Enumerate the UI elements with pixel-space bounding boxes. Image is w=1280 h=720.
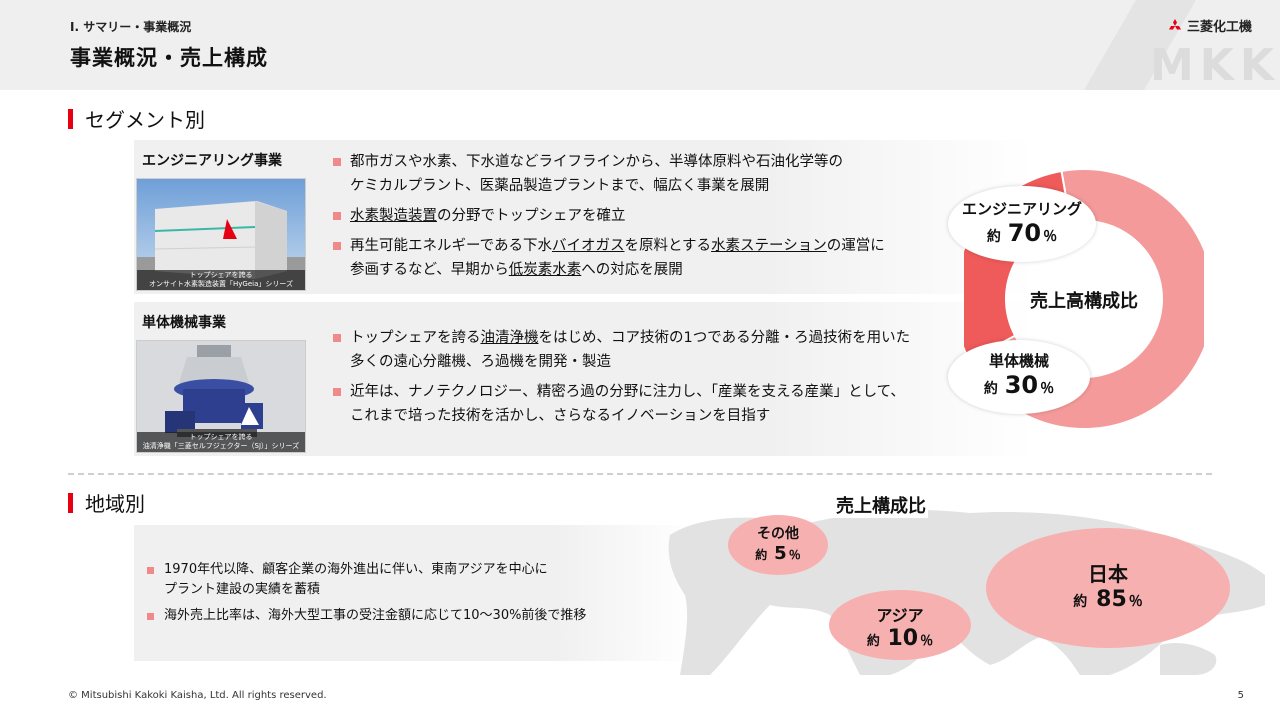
region-bullets: 1970年代以降、顧客企業の海外進出に伴い、東南アジアを中心に プラント建設の実績… [144, 560, 644, 632]
machinery-label: 単体機械事業 [142, 315, 226, 331]
region-heading: 地域別 [68, 488, 145, 517]
region-name: アジア [876, 606, 924, 625]
region-name: その他 [757, 526, 799, 542]
caption-line-2: 油清浄機「三菱セルフジェクター（SJ）」シリーズ [142, 442, 300, 450]
bubble-name: エンジニアリング [961, 200, 1082, 218]
list-item: 海外売上比率は、海外大型工事の受注金額に応じて10～30%前後で推移 [144, 606, 644, 626]
hygeia-caption: トップシェアを誇る オンサイト水素製造装置「HyGeia」シリーズ [137, 270, 305, 290]
machinery-share-bubble: 単体機械 約 30 ％ [948, 340, 1090, 414]
sj-photo: トップシェアを誇る 油清浄機「三菱セルフジェクター（SJ）」シリーズ [136, 340, 306, 453]
engineering-label: エンジニアリング事業 [142, 153, 282, 169]
company-logo: 三菱化工機 [1167, 16, 1252, 35]
list-item: 水素製造装置の分野でトップシェアを確立 [330, 204, 940, 228]
machinery-value: 30 [1004, 371, 1039, 399]
engineering-value: 70 [1007, 219, 1042, 247]
segment-heading-text: セグメント別 [85, 108, 205, 132]
page-title: 事業概況・売上構成 [70, 46, 268, 70]
mkk-watermark: MKK [1150, 40, 1280, 90]
other-value: 5 [774, 543, 787, 564]
hygeia-photo: トップシェアを誇る オンサイト水素製造装置「HyGeia」シリーズ [136, 178, 306, 291]
three-diamonds-icon [1168, 18, 1181, 29]
engineering-bullets: 都市ガスや水素、下水道などライフラインから、半導体原料や石油化学等の ケミカルプラ… [330, 150, 940, 288]
asia-share-bubble: アジア 約 10 ％ [829, 590, 971, 660]
list-item: 再生可能エネルギーである下水バイオガスを原料とする水素ステーションの運営に 参画す… [330, 234, 940, 282]
list-item: 近年は、ナノテクノロジー、精密ろ過の分野に注力し、「産業を支える産業」として、こ… [330, 380, 950, 428]
asia-value: 10 [887, 626, 919, 651]
bubble-percent: 約 70 ％ [986, 219, 1058, 247]
other-share-bubble: その他 約 5 ％ [728, 515, 828, 575]
bubble-percent: 約 30 ％ [983, 371, 1055, 399]
section-label: Ⅰ. サマリー・事業概況 [70, 20, 192, 34]
section-divider [68, 473, 1212, 475]
region-chart-title: 売上構成比 [834, 492, 928, 518]
segment-heading: セグメント別 [68, 104, 205, 133]
caption-line-1: トップシェアを誇る [189, 271, 253, 279]
bubble-name: 単体機械 [988, 352, 1049, 370]
page-number: 5 [1237, 690, 1244, 701]
engineering-share-bubble: エンジニアリング 約 70 ％ [948, 186, 1096, 262]
slide-header: MKK Ⅰ. サマリー・事業概況 事業概況・売上構成 三菱化工機 [0, 0, 1280, 90]
sj-caption: トップシェアを誇る 油清浄機「三菱セルフジェクター（SJ）」シリーズ [137, 432, 305, 452]
heading-bar [68, 108, 73, 129]
logo-text: 三菱化工機 [1186, 20, 1252, 35]
donut-center-label: 売上高構成比 [1030, 291, 1138, 312]
region-name: 日本 [1088, 562, 1128, 586]
list-item: トップシェアを誇る油清浄機をはじめ、コア技術の1つである分離・ろ過技術を用いた多… [330, 326, 950, 374]
region-heading-text: 地域別 [85, 492, 145, 516]
copyright: © Mitsubishi Kakoki Kaisha, Ltd. All rig… [68, 690, 327, 701]
japan-share-bubble: 日本 約 85 ％ [986, 528, 1230, 648]
list-item: 都市ガスや水素、下水道などライフラインから、半導体原料や石油化学等の ケミカルプラ… [330, 150, 940, 198]
caption-line-1: トップシェアを誇る [189, 433, 253, 441]
machinery-bullets: トップシェアを誇る油清浄機をはじめ、コア技術の1つである分離・ろ過技術を用いた多… [330, 326, 950, 434]
caption-line-2: オンサイト水素製造装置「HyGeia」シリーズ [148, 280, 294, 288]
japan-value: 85 [1096, 587, 1127, 612]
list-item: 1970年代以降、顧客企業の海外進出に伴い、東南アジアを中心に プラント建設の実績… [144, 560, 644, 600]
heading-bar [68, 492, 73, 513]
